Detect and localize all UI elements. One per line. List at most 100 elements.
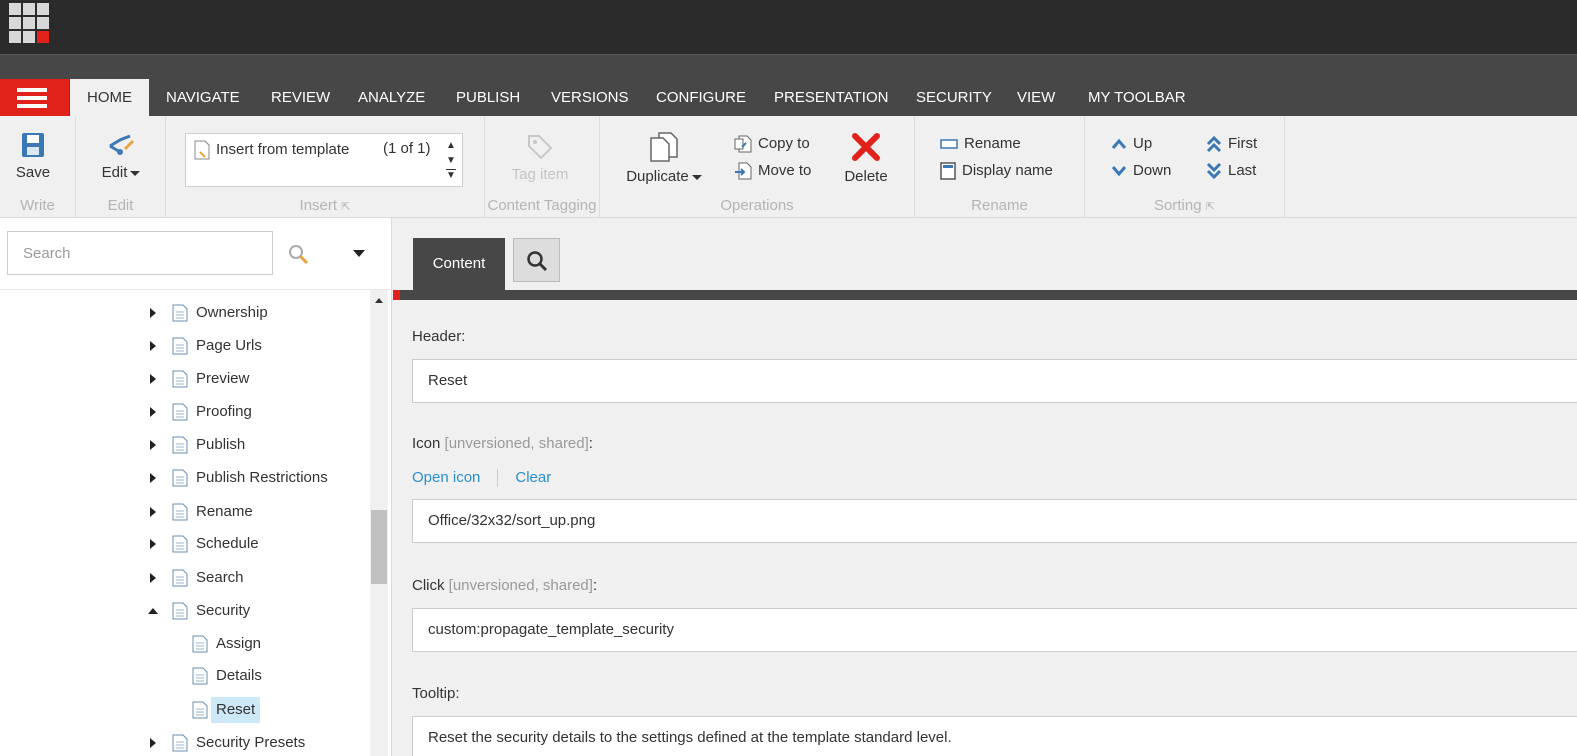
edit-button[interactable]: Edit	[98, 132, 144, 181]
scroll-thumb[interactable]	[371, 510, 387, 584]
rename-label: Rename	[964, 135, 1021, 152]
tree-item-page-urls[interactable]: Page Urls	[150, 333, 360, 359]
tab-publish[interactable]: PUBLISH	[439, 79, 537, 117]
gallery-expand-icon[interactable]: ▼	[444, 168, 458, 183]
tab-analyze[interactable]: ANALYZE	[341, 79, 442, 117]
tab-navigate[interactable]: NAVIGATE	[149, 79, 257, 117]
duplicate-label: Duplicate	[626, 168, 689, 185]
tree-item-label: Proofing	[196, 403, 252, 420]
chunk-operations: Duplicate Copy to Move to Delete Operati…	[600, 116, 915, 218]
tab-content[interactable]: Content	[413, 238, 505, 290]
icon-input[interactable]: Office/32x32/sort_up.png	[412, 499, 1577, 543]
expand-arrow-icon[interactable]	[150, 374, 156, 384]
sort-down-button[interactable]: Down	[1111, 162, 1171, 179]
tab-review[interactable]: REVIEW	[254, 79, 347, 117]
expand-arrow-icon[interactable]	[150, 738, 156, 748]
chunk-label-rename: Rename	[971, 197, 1028, 214]
insert-from-template-item[interactable]: Insert from template	[194, 140, 349, 160]
sort-up-button[interactable]: Up	[1111, 135, 1152, 152]
tab-presentation[interactable]: PRESENTATION	[757, 79, 905, 117]
expand-arrow-icon[interactable]	[150, 539, 156, 549]
move-to-label: Move to	[758, 162, 812, 179]
duplicate-button[interactable]: Duplicate	[622, 132, 706, 185]
top-bar	[0, 0, 1577, 54]
display-name-button[interactable]: Display name	[940, 162, 1053, 180]
document-icon	[172, 602, 188, 629]
move-to-button[interactable]: Move to	[734, 162, 811, 180]
expand-corner-icon[interactable]: ⇱	[1206, 201, 1215, 213]
tree-item-label: Publish	[196, 436, 246, 453]
save-button[interactable]: Save	[13, 132, 53, 181]
search-icon[interactable]	[288, 244, 310, 266]
tree-item-reset[interactable]: Reset	[170, 697, 360, 723]
copy-to-button[interactable]: Copy to	[734, 135, 810, 153]
search-options-dropdown-icon[interactable]	[353, 250, 365, 257]
document-icon	[172, 734, 188, 756]
expand-arrow-icon[interactable]	[150, 507, 156, 517]
tab-view[interactable]: VIEW	[1000, 79, 1072, 117]
tab-my-toolbar[interactable]: MY TOOLBAR	[1071, 79, 1203, 117]
rename-icon	[940, 139, 958, 149]
expand-corner-icon[interactable]: ⇱	[341, 201, 350, 213]
gallery-scroll[interactable]: ▲ ▼ ▼	[444, 138, 458, 183]
tab-security[interactable]: SECURITY	[899, 79, 1009, 117]
sort-first-button[interactable]: First	[1206, 135, 1257, 153]
template-doc-icon	[194, 140, 210, 160]
chevron-down-icon	[691, 174, 702, 180]
tree-search-input[interactable]	[7, 231, 273, 275]
rename-button[interactable]: Rename	[940, 135, 1021, 152]
click-label-colon: :	[592, 577, 598, 594]
tab-versions[interactable]: VERSIONS	[534, 79, 646, 117]
expand-arrow-icon[interactable]	[150, 308, 156, 318]
save-label: Save	[15, 164, 51, 181]
click-input[interactable]: custom:propagate_template_security	[412, 608, 1577, 652]
open-icon-link[interactable]: Open icon	[412, 469, 480, 486]
tooltip-input[interactable]: Reset the security details to the settin…	[412, 716, 1577, 756]
scroll-up-icon[interactable]	[375, 298, 383, 303]
tree-item-ownership[interactable]: Ownership	[150, 300, 360, 326]
content-tree-panel: Ownership Page Urls Preview Proofing Publish…	[0, 218, 392, 756]
expand-arrow-icon[interactable]	[150, 341, 156, 351]
tree-item-preview[interactable]: Preview	[150, 366, 360, 392]
sort-last-button[interactable]: Last	[1206, 162, 1256, 180]
tree-item-search[interactable]: Search	[150, 565, 360, 591]
tree-item-label: Reset	[211, 697, 261, 723]
editor-search-button[interactable]	[513, 238, 560, 282]
tree-item-details[interactable]: Details	[170, 663, 360, 689]
sort-up-label: Up	[1133, 135, 1153, 152]
editor-tab-bar	[393, 290, 1577, 300]
tab-configure[interactable]: CONFIGURE	[639, 79, 763, 117]
sort-first-label: First	[1228, 135, 1258, 152]
tree-item-publish-restrictions[interactable]: Publish Restrictions	[150, 465, 360, 491]
header-input[interactable]: Reset	[412, 359, 1577, 403]
expand-arrow-icon[interactable]	[150, 407, 156, 417]
tree-scrollbar[interactable]	[370, 290, 388, 756]
accent-marker	[393, 290, 400, 300]
tree-item-schedule[interactable]: Schedule	[150, 531, 360, 557]
expand-arrow-icon[interactable]	[150, 573, 156, 583]
delete-button[interactable]: Delete	[838, 132, 894, 185]
expand-arrow-icon[interactable]	[150, 473, 156, 483]
document-icon	[172, 370, 188, 397]
tree-item-publish[interactable]: Publish	[150, 432, 360, 458]
tree-item-security[interactable]: Security	[148, 598, 360, 624]
document-icon	[192, 635, 208, 662]
sorting-label: Sorting	[1154, 197, 1202, 214]
gallery-up-icon[interactable]: ▲	[444, 138, 458, 153]
clear-link[interactable]: Clear	[515, 469, 551, 486]
collapse-arrow-icon[interactable]	[148, 608, 158, 614]
tag-item-button[interactable]: Tag item	[505, 134, 575, 183]
tree-item-assign[interactable]: Assign	[170, 631, 360, 657]
tree-item-rename[interactable]: Rename	[150, 499, 360, 525]
hamburger-menu-icon[interactable]	[0, 79, 69, 117]
tab-home[interactable]: HOME	[70, 79, 149, 117]
tree-item-security-presets[interactable]: Security Presets	[150, 730, 360, 756]
launchpad-grid-icon[interactable]	[9, 3, 51, 45]
display-name-icon	[940, 162, 956, 180]
gallery-down-icon[interactable]: ▼	[444, 153, 458, 168]
tree-item-label: Page Urls	[196, 337, 262, 354]
document-icon	[172, 304, 188, 331]
tree-item-proofing[interactable]: Proofing	[150, 399, 360, 425]
double-chevron-down-icon	[1206, 162, 1222, 180]
expand-arrow-icon[interactable]	[150, 440, 156, 450]
